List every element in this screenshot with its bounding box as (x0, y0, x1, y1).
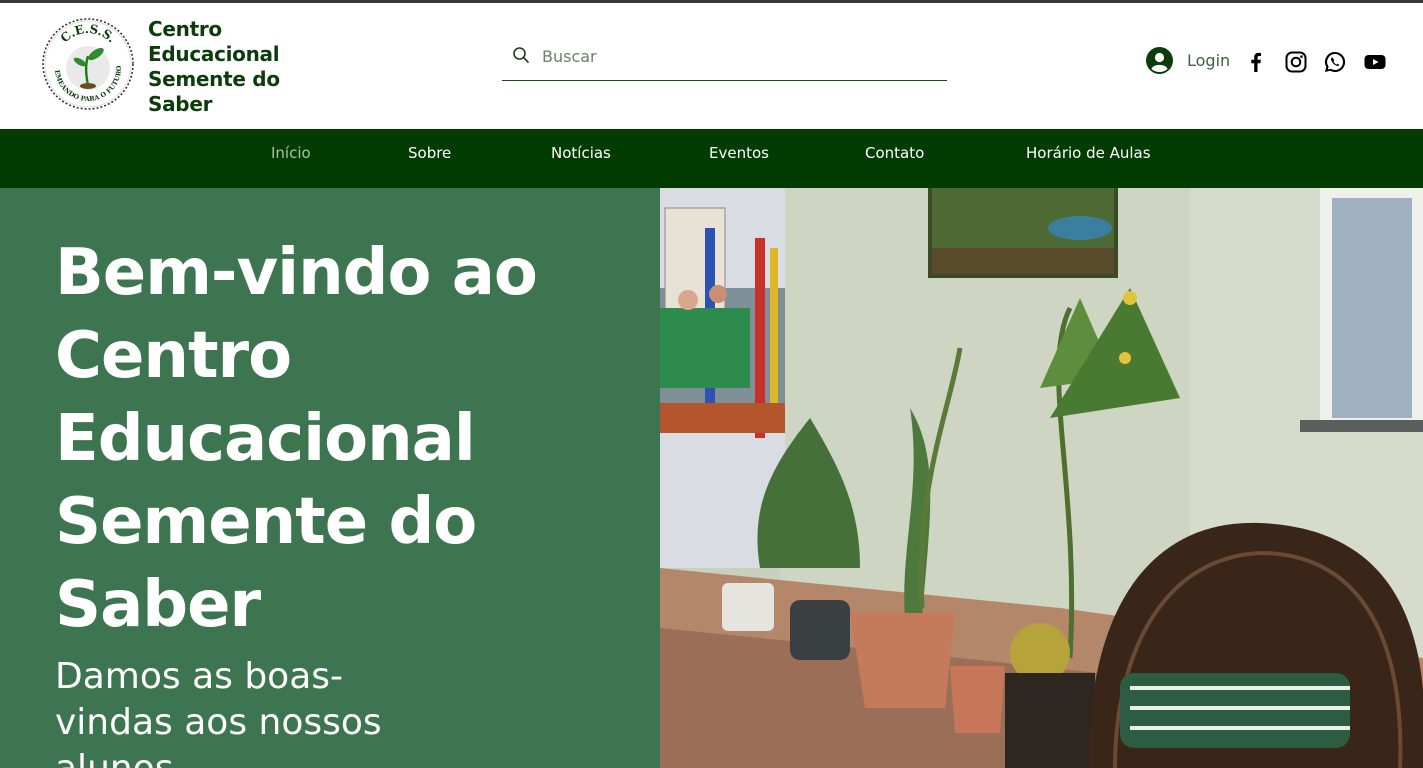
hero-subtitle-line: vindas aos nossos (55, 702, 382, 743)
hero-subtitle: Damos as boas- vindas aos nossos alunos (55, 654, 475, 768)
brand-name[interactable]: Centro Educacional Semente do Saber (148, 17, 298, 117)
hero-title-line: Saber (55, 568, 261, 642)
youtube-icon[interactable] (1363, 50, 1387, 74)
whatsapp-icon[interactable] (1323, 50, 1347, 74)
nav-item-horario-de-aulas[interactable]: Horário de Aulas (1026, 144, 1151, 162)
hero-title-line: Semente do (55, 485, 477, 559)
school-logo[interactable]: C.E.S.S. SEMEANDO PARA O FUTURO (39, 10, 135, 112)
hero-image (660, 188, 1423, 768)
search-icon[interactable] (512, 46, 530, 64)
brand-line: Educacional (148, 42, 280, 66)
brand-line: Saber (148, 92, 213, 116)
hero-title-line: Bem-vindo ao (55, 236, 538, 310)
main-nav: Início Sobre Notícias Eventos Contato Ho… (0, 129, 1423, 188)
user-avatar-icon (1146, 46, 1173, 74)
hero-title: Bem-vindo ao Centro Educacional Semente … (55, 232, 645, 647)
nav-item-eventos[interactable]: Eventos (709, 144, 769, 162)
hallway-photo (660, 188, 1423, 768)
nav-item-sobre[interactable]: Sobre (408, 144, 451, 162)
brand-line: Semente do (148, 67, 280, 91)
login-label: Login (1187, 50, 1231, 70)
hero-title-line: Educacional (55, 402, 476, 476)
facebook-icon[interactable] (1244, 50, 1268, 74)
nav-item-noticias[interactable]: Notícias (551, 144, 611, 162)
search-bar (502, 40, 947, 81)
search-input[interactable] (540, 40, 939, 72)
hero-title-line: Centro (55, 319, 292, 393)
instagram-icon[interactable] (1284, 50, 1308, 74)
login-button[interactable]: Login (1146, 45, 1230, 75)
hero-panel: Bem-vindo ao Centro Educacional Semente … (0, 188, 660, 768)
nav-item-inicio[interactable]: Início (271, 144, 311, 162)
hero-subtitle-line: alunos (55, 746, 475, 768)
hero-subtitle-line: Damos as boas- (55, 656, 344, 697)
nav-item-contato[interactable]: Contato (865, 144, 924, 162)
brand-line: Centro (148, 17, 222, 41)
site-header: C.E.S.S. SEMEANDO PARA O FUTURO Centro E… (0, 3, 1423, 129)
